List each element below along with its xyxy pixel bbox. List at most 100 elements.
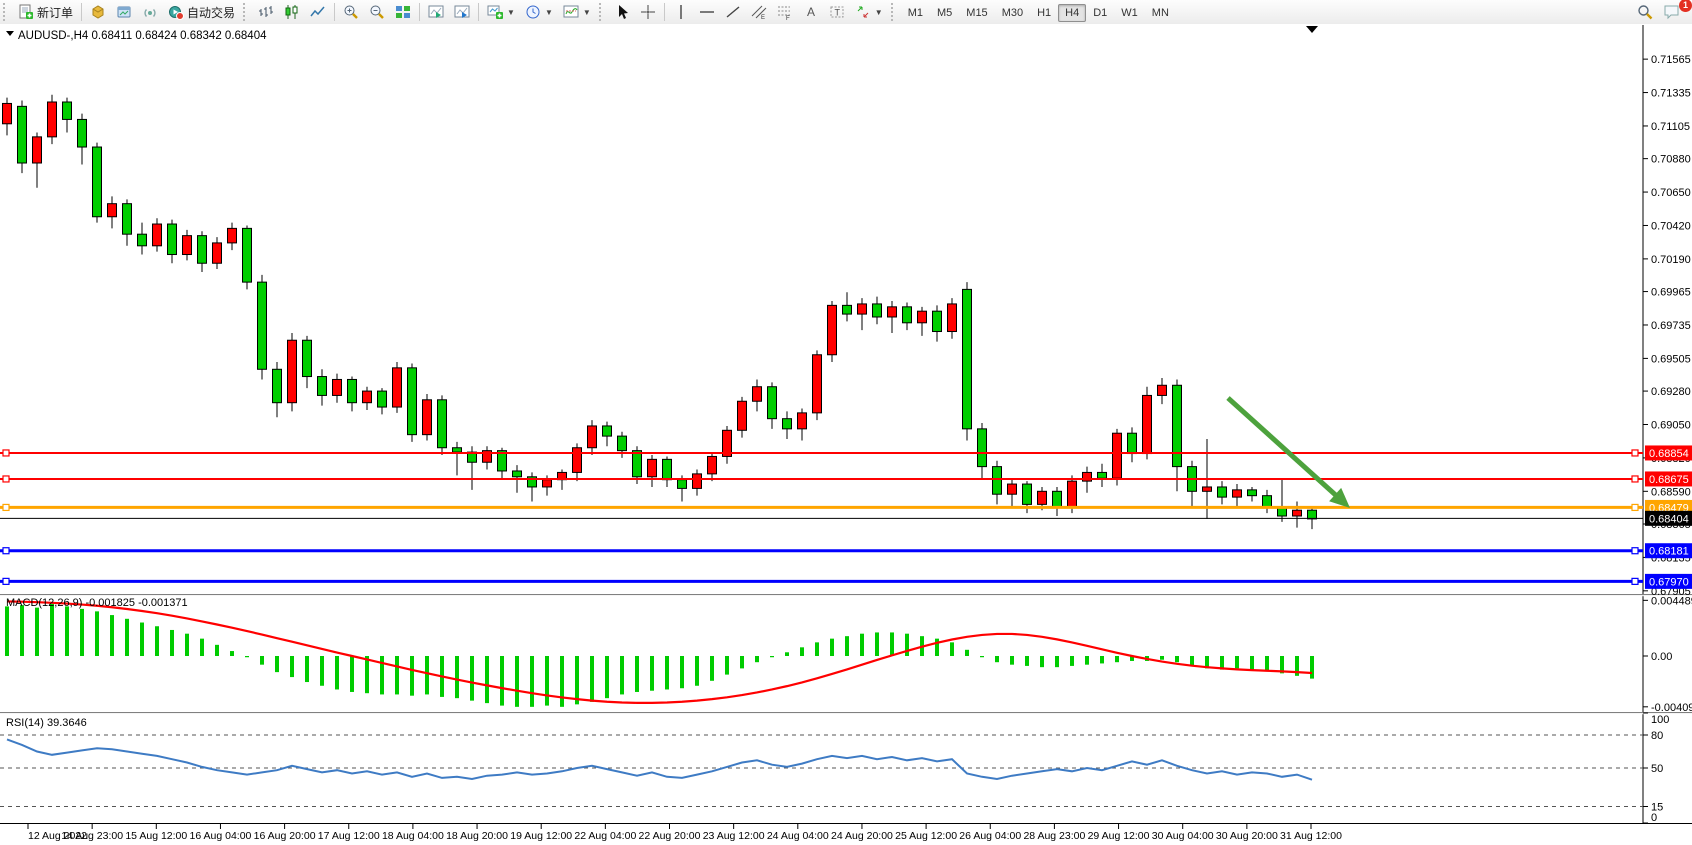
time-tick-label: 29 Aug 12:00 bbox=[1088, 830, 1150, 842]
time-tick-label: 18 Aug 04:00 bbox=[382, 830, 444, 842]
rsi-tick-label: 0 bbox=[1651, 812, 1657, 824]
bear-candle bbox=[1263, 496, 1272, 508]
time-tick-label: 15 Aug 12:00 bbox=[125, 830, 187, 842]
resistance-line-1-handle[interactable] bbox=[1632, 450, 1638, 456]
time-tick-label: 23 Aug 12:00 bbox=[703, 830, 765, 842]
bull-candle bbox=[828, 305, 837, 354]
price-tick-label: 0.71335 bbox=[1651, 88, 1691, 100]
bear-candle bbox=[933, 311, 942, 331]
bear-candle bbox=[408, 368, 417, 435]
time-tick-label: 17 Aug 12:00 bbox=[318, 830, 380, 842]
price-tick-label: 0.71105 bbox=[1651, 121, 1690, 133]
current-price-axis-label-text: 0.68404 bbox=[1649, 513, 1689, 525]
rsi-tick-label: 100 bbox=[1651, 714, 1669, 726]
bull-candle bbox=[393, 368, 402, 407]
bull-candle bbox=[858, 304, 867, 314]
target-line-1-axis-label-text: 0.68181 bbox=[1649, 546, 1689, 558]
bull-candle bbox=[573, 448, 582, 473]
time-tick-label: 19 Aug 12:00 bbox=[510, 830, 572, 842]
price-tick-label: 0.69280 bbox=[1651, 386, 1691, 398]
bull-candle bbox=[288, 340, 297, 402]
bull-candle bbox=[153, 224, 162, 246]
support-line-orange-handle[interactable] bbox=[3, 504, 9, 510]
bear-candle bbox=[243, 228, 252, 282]
bull-candle bbox=[363, 391, 372, 403]
bull-candle bbox=[108, 204, 117, 217]
resistance-line-1-handle[interactable] bbox=[3, 450, 9, 456]
support-line-orange-handle[interactable] bbox=[1632, 504, 1638, 510]
bear-candle bbox=[1053, 491, 1062, 507]
bear-candle bbox=[318, 377, 327, 396]
bear-candle bbox=[1248, 490, 1257, 496]
rsi-tick-label: 50 bbox=[1651, 763, 1663, 775]
bear-candle bbox=[978, 429, 987, 467]
bull-candle bbox=[738, 401, 747, 430]
time-tick-label: 24 Aug 04:00 bbox=[767, 830, 829, 842]
pane-separator[interactable] bbox=[0, 594, 1692, 595]
bear-candle bbox=[663, 459, 672, 479]
resistance-line-2-handle[interactable] bbox=[1632, 476, 1638, 482]
price-tick-label: 0.69505 bbox=[1651, 353, 1691, 365]
bull-candle bbox=[1143, 395, 1152, 453]
macd-tick-label: -0.004098 bbox=[1651, 702, 1692, 714]
bull-candle bbox=[33, 137, 42, 163]
resistance-line-1-axis-label-text: 0.68854 bbox=[1649, 448, 1689, 460]
bear-candle bbox=[633, 451, 642, 477]
bull-candle bbox=[888, 307, 897, 317]
price-tick-label: 0.70880 bbox=[1651, 154, 1691, 166]
bull-candle bbox=[183, 236, 192, 255]
price-tick-label: 0.69965 bbox=[1651, 287, 1691, 299]
pane-separator[interactable] bbox=[0, 712, 1692, 713]
bull-candle bbox=[693, 474, 702, 489]
target-line-1-handle[interactable] bbox=[3, 548, 9, 554]
target-line-1-handle[interactable] bbox=[1632, 548, 1638, 554]
bull-candle bbox=[423, 400, 432, 435]
bull-candle bbox=[1293, 510, 1302, 516]
bear-candle bbox=[198, 236, 207, 264]
bear-candle bbox=[168, 224, 177, 255]
macd-tick-label: 0.004489 bbox=[1651, 595, 1692, 607]
bear-candle bbox=[903, 307, 912, 323]
bull-candle bbox=[543, 480, 552, 487]
bull-candle bbox=[1068, 481, 1077, 507]
bear-candle bbox=[348, 379, 357, 402]
bull-candle bbox=[48, 102, 57, 137]
price-tick-label: 0.70650 bbox=[1651, 187, 1691, 199]
price-chart[interactable]: 0.71565 0.71335 0.71105 0.70880 0.70650 0.704… bbox=[0, 0, 1692, 845]
resistance-line-2-handle[interactable] bbox=[3, 476, 9, 482]
price-tick-label: 0.70190 bbox=[1651, 254, 1691, 266]
pane-separator-highlight bbox=[0, 713, 1692, 714]
time-tick-label: 31 Aug 12:00 bbox=[1280, 830, 1342, 842]
bear-candle bbox=[768, 387, 777, 419]
target-line-2-handle[interactable] bbox=[1632, 578, 1638, 584]
time-tick-label: 18 Aug 20:00 bbox=[446, 830, 508, 842]
bull-candle bbox=[228, 228, 237, 243]
bull-candle bbox=[213, 243, 222, 263]
chart-background bbox=[0, 24, 1692, 845]
time-tick-label: 22 Aug 20:00 bbox=[639, 830, 701, 842]
price-tick-label: 0.70420 bbox=[1651, 220, 1691, 232]
bull-candle bbox=[948, 304, 957, 332]
bear-candle bbox=[513, 471, 522, 477]
bear-candle bbox=[1173, 385, 1182, 466]
bull-candle bbox=[1233, 490, 1242, 497]
macd-label: MACD(12,26,9) -0.001825 -0.001371 bbox=[6, 597, 188, 609]
bull-candle bbox=[1203, 487, 1212, 491]
bear-candle bbox=[603, 426, 612, 436]
bull-candle bbox=[798, 413, 807, 429]
bear-candle bbox=[1308, 510, 1317, 519]
bear-candle bbox=[843, 305, 852, 314]
bear-candle bbox=[1128, 433, 1137, 453]
bull-candle bbox=[333, 379, 342, 395]
bull-candle bbox=[1158, 385, 1167, 395]
bull-candle bbox=[1038, 491, 1047, 504]
bear-candle bbox=[138, 234, 147, 246]
bull-candle bbox=[588, 426, 597, 448]
price-tick-label: 0.69735 bbox=[1651, 320, 1691, 332]
time-tick-label: 28 Aug 23:00 bbox=[1023, 830, 1085, 842]
bear-candle bbox=[123, 204, 132, 235]
price-tick-label: 0.71565 bbox=[1651, 54, 1691, 66]
time-tick-label: 14 Aug 23:00 bbox=[61, 830, 123, 842]
target-line-2-handle[interactable] bbox=[3, 578, 9, 584]
target-line-2-axis-label-text: 0.67970 bbox=[1649, 576, 1689, 588]
